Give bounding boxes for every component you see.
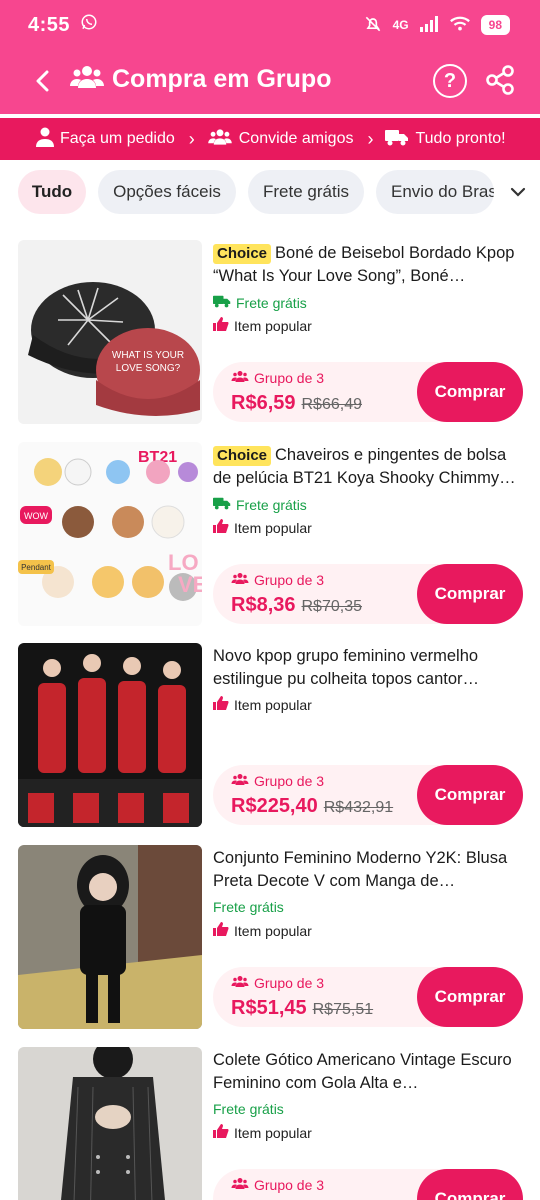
- current-price: R$225,40: [231, 795, 318, 817]
- group-icon: [231, 370, 249, 386]
- free-shipping-tag: Frete grátis: [213, 496, 307, 513]
- popular-tag: Item popular: [213, 519, 312, 536]
- signal-icon: [419, 15, 439, 36]
- product-title[interactable]: Colete Gótico Americano Vintage Escuro F…: [213, 1049, 523, 1095]
- product-card[interactable]: WHAT IS YOUR LOVE SONG? Choice Boné de Be…: [0, 240, 540, 440]
- buy-button[interactable]: Comprar: [417, 564, 523, 624]
- group-label: Grupo de 3: [231, 975, 324, 991]
- buy-button[interactable]: Comprar: [417, 362, 523, 422]
- step-order: Faça um pedido: [36, 127, 175, 152]
- filter-chips: Tudo Opções fáceis Frete grátis Envio do…: [0, 160, 540, 224]
- truck-icon: [213, 496, 231, 513]
- product-image[interactable]: WHAT IS YOUR LOVE SONG?: [18, 240, 202, 424]
- thumbs-up-icon: [213, 696, 229, 713]
- truck-icon: [213, 294, 231, 311]
- steps-bar: Faça um pedido › Convide amigos › Tudo p…: [0, 118, 540, 160]
- group-label: Grupo de 3: [231, 773, 324, 789]
- product-card[interactable]: BT21 LO VE WOW Pendant Choice Chaveiros e…: [0, 442, 540, 642]
- product-image[interactable]: BT21 LO VE WOW Pendant: [18, 442, 202, 626]
- popular-tag: Item popular: [213, 922, 312, 939]
- group-label: Grupo de 3: [231, 572, 324, 588]
- current-price: R$8,36: [231, 594, 296, 616]
- help-icon[interactable]: ?: [433, 64, 467, 98]
- wifi-icon: [449, 15, 471, 36]
- product-image[interactable]: [18, 1047, 202, 1200]
- product-card[interactable]: Colete Gótico Americano Vintage Escuro F…: [0, 1047, 540, 1200]
- original-price: R$70,35: [301, 598, 363, 615]
- group-price-box: Grupo de 3 Comprar: [213, 1169, 523, 1200]
- page-header: Compra em Grupo: [70, 64, 331, 95]
- truck-icon: [385, 128, 409, 151]
- back-button[interactable]: [28, 66, 58, 96]
- free-shipping-tag: Frete grátis: [213, 899, 284, 915]
- group-icon: [231, 1177, 249, 1193]
- product-title[interactable]: Conjunto Feminino Moderno Y2K: Blusa Pre…: [213, 847, 523, 893]
- svg-text:WHAT IS YOUR: WHAT IS YOUR: [112, 350, 184, 361]
- current-price: R$6,59: [231, 392, 296, 414]
- product-card[interactable]: Novo kpop grupo feminino vermelho estili…: [0, 643, 540, 843]
- product-image[interactable]: [18, 845, 202, 1029]
- status-bar: 4:55 4G 98: [0, 0, 540, 50]
- current-price: R$51,45: [231, 997, 307, 1019]
- chip-ship-brazil[interactable]: Envio do Bras: [376, 170, 494, 214]
- group-icon: [231, 975, 249, 991]
- chevron-right-icon: ›: [188, 128, 195, 149]
- app-bar: Compra em Grupo ?: [0, 50, 540, 114]
- chip-easy-options[interactable]: Opções fáceis: [98, 170, 236, 214]
- step-label: Convide amigos: [238, 130, 354, 147]
- network-label: 4G: [392, 18, 409, 32]
- free-shipping-tag: Frete grátis: [213, 1101, 284, 1117]
- product-card[interactable]: Conjunto Feminino Moderno Y2K: Blusa Pre…: [0, 845, 540, 1045]
- thumbs-up-icon: [213, 519, 229, 536]
- group-label: Grupo de 3: [231, 370, 324, 386]
- group-icon: [231, 773, 249, 789]
- status-time: 4:55: [28, 13, 71, 36]
- step-label: Faça um pedido: [60, 130, 175, 147]
- thumbs-up-icon: [213, 1124, 229, 1141]
- buy-button[interactable]: Comprar: [417, 765, 523, 825]
- step-invite: Convide amigos: [207, 128, 354, 151]
- product-title[interactable]: Choice Chaveiros e pingentes de bolsa de …: [213, 444, 523, 490]
- popular-tag: Item popular: [213, 696, 312, 713]
- battery-indicator: 98: [480, 15, 510, 35]
- chevron-right-icon: ›: [367, 128, 374, 149]
- group-price-box: Grupo de 3 R$6,59 R$66,49 Comprar: [213, 362, 523, 422]
- svg-text:WOW: WOW: [24, 511, 48, 521]
- group-icon: [231, 572, 249, 588]
- whatsapp-icon: [80, 13, 98, 37]
- group-icon: [70, 64, 104, 95]
- share-icon[interactable]: [484, 64, 516, 96]
- chip-tudo[interactable]: Tudo: [18, 170, 86, 214]
- group-label: Grupo de 3: [231, 1177, 324, 1193]
- svg-text:VE: VE: [178, 572, 202, 597]
- person-icon: [36, 127, 54, 152]
- thumbs-up-icon: [213, 922, 229, 939]
- svg-text:Pendant: Pendant: [21, 563, 52, 572]
- group-price-box: Grupo de 3 R$51,45 R$75,51 Comprar: [213, 967, 523, 1027]
- chip-free-shipping[interactable]: Frete grátis: [248, 170, 364, 214]
- popular-tag: Item popular: [213, 317, 312, 334]
- choice-badge: Choice: [213, 244, 272, 264]
- step-ready: Tudo pronto!: [385, 128, 506, 151]
- product-title[interactable]: Novo kpop grupo feminino vermelho estili…: [213, 645, 523, 691]
- group-icon: [207, 128, 233, 151]
- buy-button[interactable]: Comprar: [417, 1169, 523, 1200]
- original-price: R$432,91: [323, 799, 394, 816]
- group-price-box: Grupo de 3 R$225,40 R$432,91 Comprar: [213, 765, 523, 825]
- page-title: Compra em Grupo: [112, 65, 332, 93]
- buy-button[interactable]: Comprar: [417, 967, 523, 1027]
- original-price: R$66,49: [301, 396, 363, 413]
- step-label: Tudo pronto!: [415, 130, 506, 147]
- svg-text:LOVE SONG?: LOVE SONG?: [116, 363, 181, 374]
- chevron-down-icon[interactable]: [496, 170, 540, 214]
- free-shipping-tag: Frete grátis: [213, 294, 307, 311]
- product-image[interactable]: [18, 643, 202, 827]
- group-price-box: Grupo de 3 R$8,36 R$70,35 Comprar: [213, 564, 523, 624]
- mute-icon: [363, 14, 383, 37]
- popular-tag: Item popular: [213, 1124, 312, 1141]
- original-price: R$75,51: [312, 1001, 374, 1018]
- product-title[interactable]: Choice Boné de Beisebol Bordado Kpop “Wha…: [213, 242, 523, 288]
- choice-badge: Choice: [213, 446, 272, 466]
- thumbs-up-icon: [213, 317, 229, 334]
